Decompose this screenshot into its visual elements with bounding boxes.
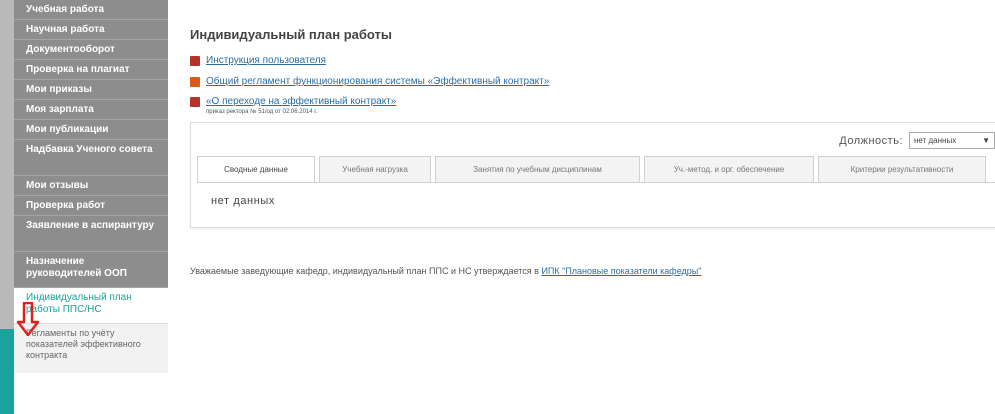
sidebar-item-oop-supervisors[interactable]: Назначение руководителей ООП: [14, 252, 168, 288]
user-guide-link[interactable]: Инструкция пользователя: [206, 55, 326, 66]
sidebar-active-strip: [0, 329, 14, 414]
doc-link-contract: «О переходе на эффективный контракт»: [190, 96, 396, 107]
sidebar-item-reviews[interactable]: Мои отзывы: [14, 176, 168, 196]
sidebar-item-publications[interactable]: Мои публикации: [14, 120, 168, 140]
tab-methodical[interactable]: Уч.-метод. и орг. обеспечение: [644, 156, 814, 182]
tab-teaching-load[interactable]: Учебная нагрузка: [319, 156, 431, 182]
page-title: Индивидуальный план работы: [190, 27, 393, 42]
pdf-icon: [190, 96, 200, 107]
position-label: Должность:: [839, 134, 903, 147]
ipk-link[interactable]: ИПК "Плановые показатели кафедры": [541, 266, 701, 276]
chevron-down-icon: ▼: [982, 136, 990, 145]
sidebar-item-orders[interactable]: Мои приказы: [14, 80, 168, 100]
sidebar: Учебная работа Научная работа Документоо…: [0, 0, 168, 414]
position-select[interactable]: нет данных ▼: [909, 132, 995, 149]
red-arrow-icon: [16, 302, 40, 336]
sidebar-item-phd-application[interactable]: Заявление в аспирантуру: [14, 216, 168, 252]
tab-classes[interactable]: Занятия по учебным дисциплинам: [435, 156, 640, 182]
ppt-icon: [190, 76, 200, 87]
sidebar-item-teaching[interactable]: Учебная работа: [14, 0, 168, 20]
contract-transition-link[interactable]: «О переходе на эффективный контракт»: [206, 96, 396, 107]
tab-criteria[interactable]: Критерии результативности: [818, 156, 986, 182]
tab-content: нет данных: [197, 182, 995, 222]
position-select-value: нет данных: [914, 136, 957, 145]
no-data-message: нет данных: [211, 195, 276, 207]
sidebar-item-plagiarism[interactable]: Проверка на плагиат: [14, 60, 168, 80]
position-row: Должность: нет данных ▼: [839, 132, 995, 149]
sidebar-item-work-check[interactable]: Проверка работ: [14, 196, 168, 216]
sidebar-item-salary[interactable]: Моя зарплата: [14, 100, 168, 120]
notice-text: Уважаемые заведующие кафедр, индивидуаль…: [190, 266, 542, 276]
doc-link-user-guide: Инструкция пользователя: [190, 55, 326, 66]
notice: Уважаемые заведующие кафедр, индивидуаль…: [190, 266, 701, 276]
sidebar-item-documents[interactable]: Документооборот: [14, 40, 168, 60]
pdf-icon: [190, 55, 200, 66]
sidebar-item-research[interactable]: Научная работа: [14, 20, 168, 40]
plan-panel: Должность: нет данных ▼ Сводные данные У…: [190, 122, 995, 228]
plan-tabs: Сводные данные Учебная нагрузка Занятия …: [197, 156, 990, 182]
sidebar-item-council-bonus[interactable]: Надбавка Ученого совета: [14, 140, 168, 176]
doc-link-regulation: Общий регламент функционирования системы…: [190, 76, 549, 87]
order-note: приказ ректора № 51/од от 02.06.2014 г.: [206, 109, 318, 115]
regulation-link[interactable]: Общий регламент функционирования системы…: [206, 76, 549, 87]
tab-summary[interactable]: Сводные данные: [197, 156, 315, 182]
